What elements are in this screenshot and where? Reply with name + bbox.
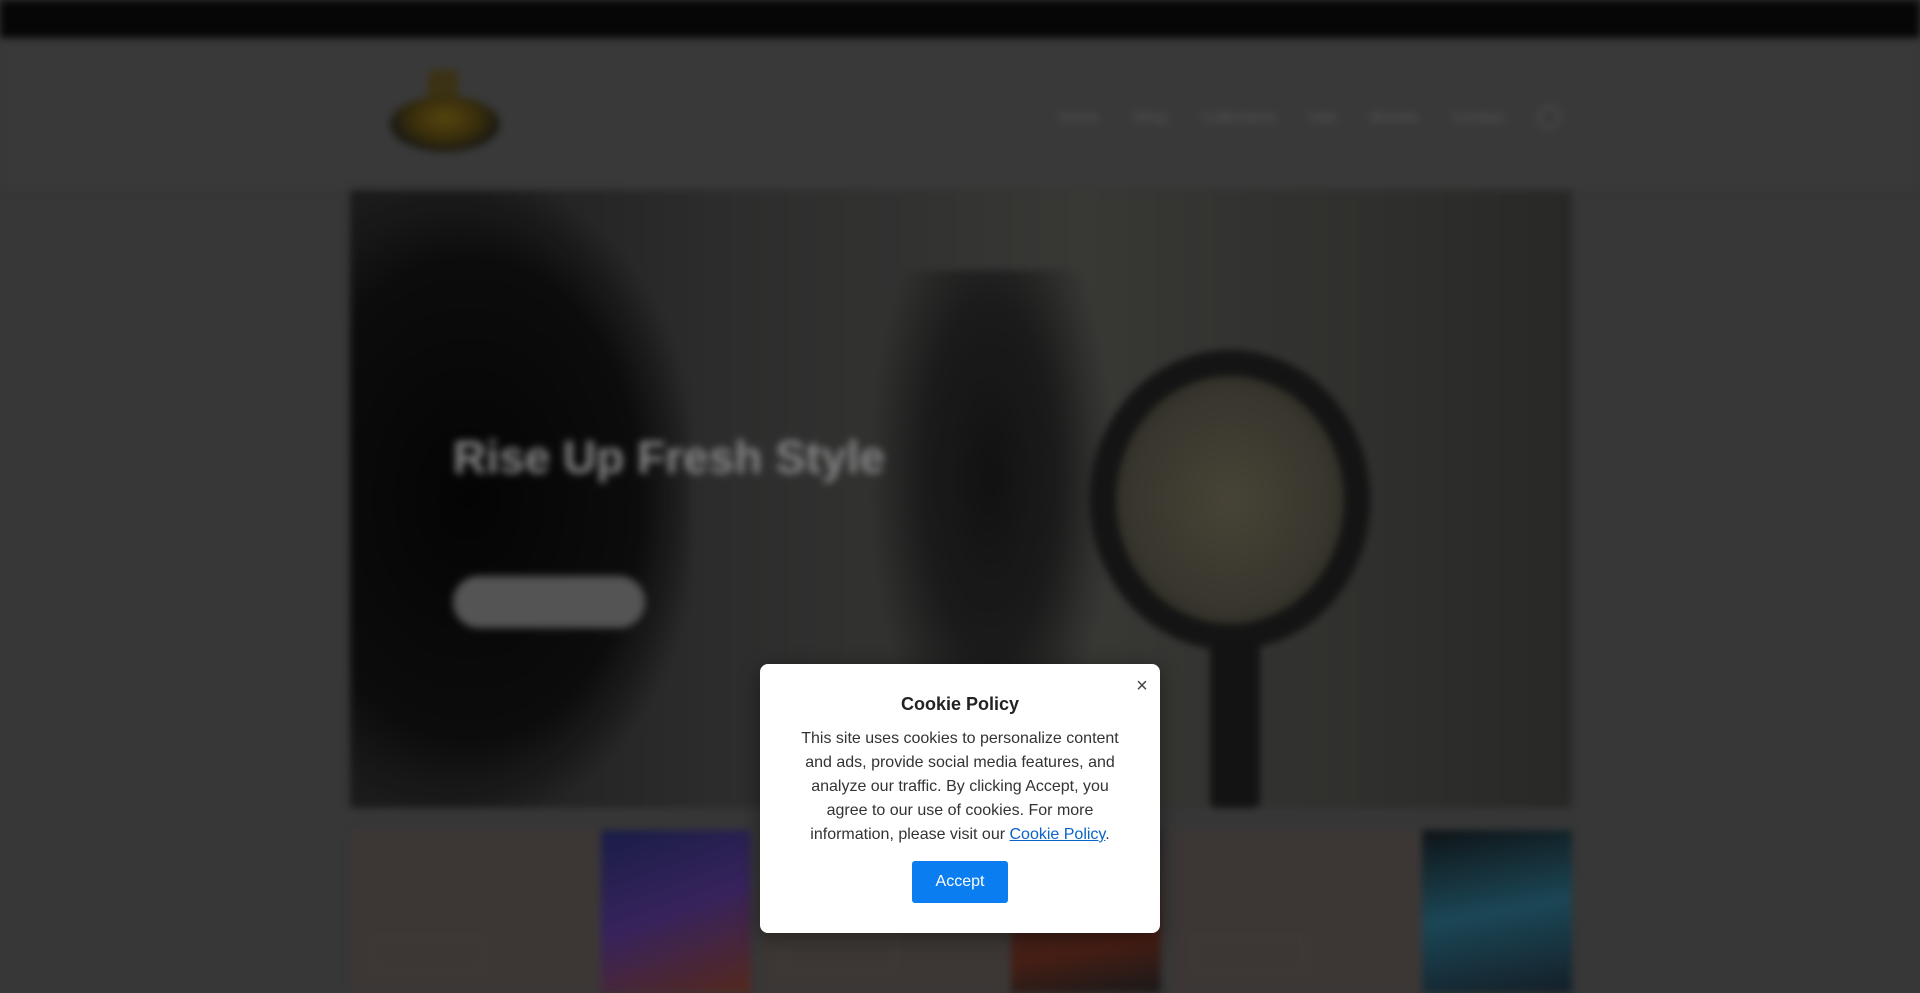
accept-button[interactable]: Accept xyxy=(912,861,1008,903)
cookie-dialog-trailing: . xyxy=(1105,826,1110,843)
cookie-dialog-title: Cookie Policy xyxy=(900,694,1020,714)
cookie-dialog: × Cookie Policy This site uses cookies t… xyxy=(760,664,1160,933)
cookie-dialog-body: This site uses cookies to personalize co… xyxy=(796,727,1124,847)
close-icon[interactable]: × xyxy=(1132,676,1152,696)
cookie-policy-link[interactable]: Cookie Policy xyxy=(1010,826,1106,843)
